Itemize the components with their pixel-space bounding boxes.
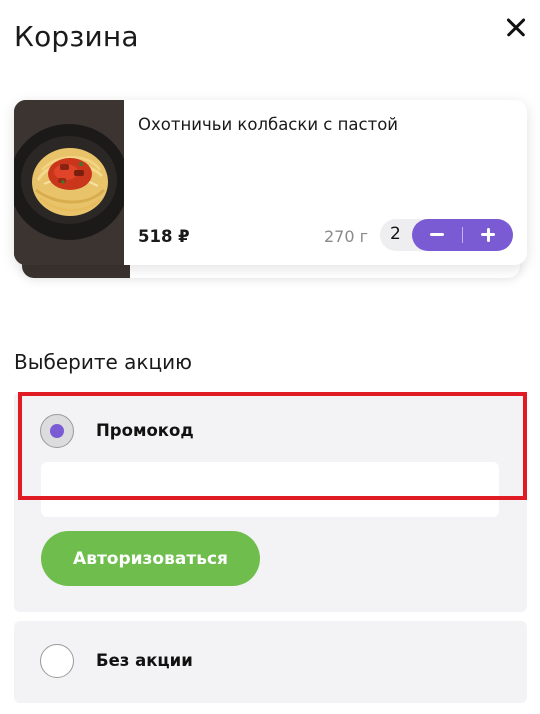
pasta-dish-image: [14, 100, 124, 265]
no-promo-radio[interactable]: [40, 644, 74, 678]
promo-option-label[interactable]: Промокод: [96, 421, 194, 440]
cart-item-card: Охотничьи колбаски с пастой 518 ₽ 270 г …: [14, 100, 527, 265]
cart-item-name: Охотничьи колбаски с пастой: [138, 115, 399, 134]
radio-selected-dot: [49, 423, 64, 438]
promo-radio[interactable]: [40, 414, 74, 448]
close-icon[interactable]: [498, 10, 534, 46]
cart-item-weight: 270 г: [324, 227, 369, 246]
authorize-button[interactable]: Авторизоваться: [41, 531, 260, 586]
minus-icon[interactable]: [412, 219, 462, 251]
quantity-value: 2: [390, 224, 401, 244]
cart-item-price: 518 ₽: [138, 227, 190, 246]
no-promo-option-panel: [14, 621, 527, 703]
quantity-stepper: [412, 219, 513, 251]
plus-icon[interactable]: [463, 219, 513, 251]
page-title: Корзина: [14, 20, 139, 53]
promotion-section-title: Выберите акцию: [14, 350, 192, 374]
promo-code-input[interactable]: [41, 462, 499, 517]
no-promo-option-label[interactable]: Без акции: [96, 651, 193, 670]
